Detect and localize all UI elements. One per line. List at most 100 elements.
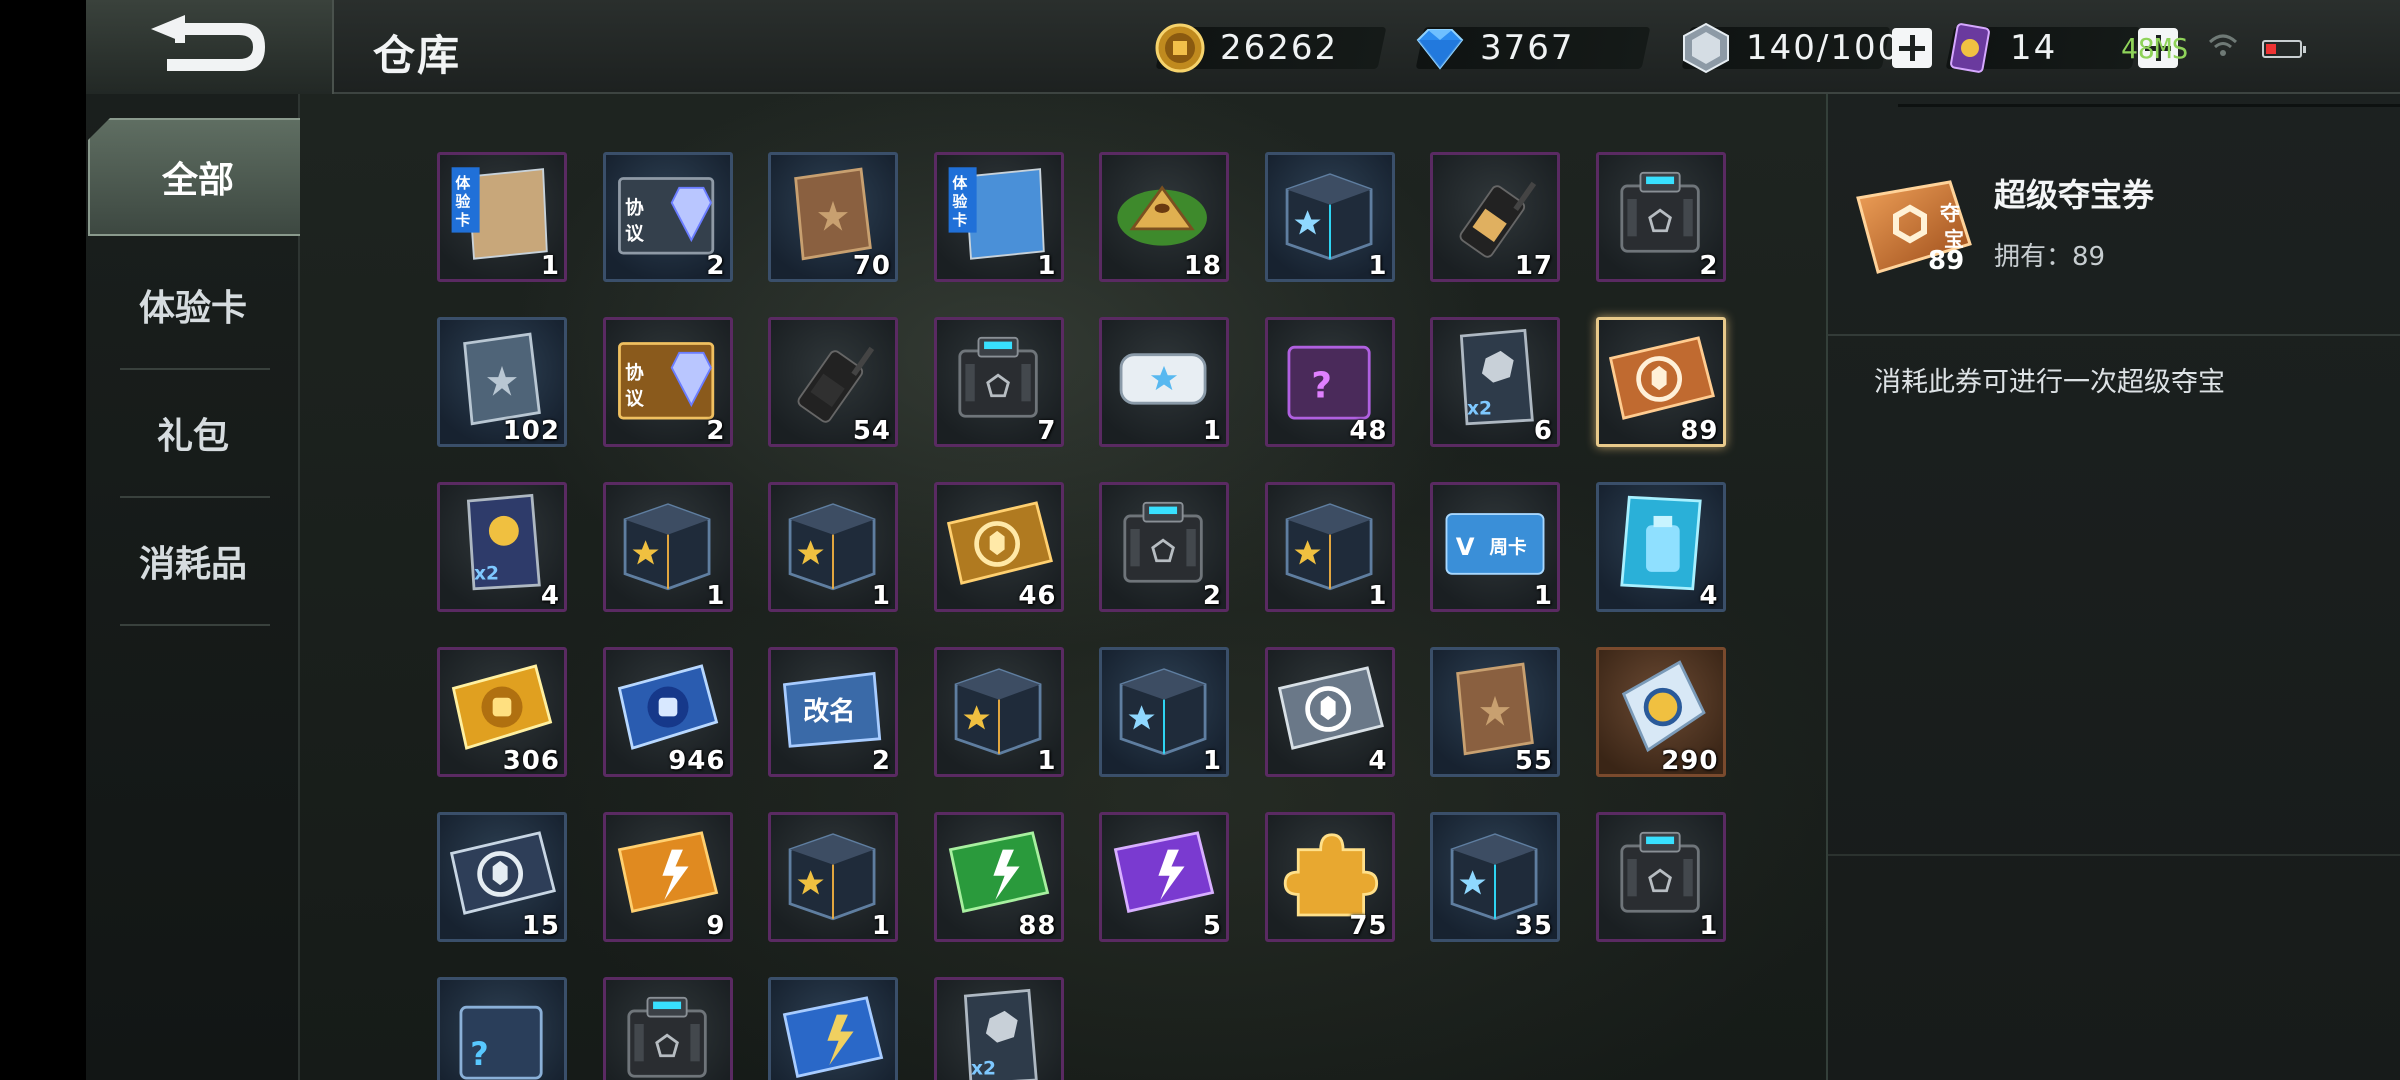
- inventory-slot[interactable]: 946: [602, 647, 733, 777]
- detail-icon-count: 89: [1928, 246, 1965, 276]
- blue-star-crate-icon: [1450, 833, 1538, 921]
- inventory-slot[interactable]: 1: [768, 812, 898, 942]
- card-counter: 14: [1945, 23, 2141, 73]
- item-count: 290: [1661, 746, 1719, 776]
- inventory-slot[interactable]: x2 4: [437, 482, 567, 612]
- inventory-slot[interactable]: x2: [933, 977, 1064, 1080]
- inventory-slot[interactable]: 15: [437, 812, 567, 942]
- inventory-slot[interactable]: 17: [1430, 152, 1560, 282]
- inventory-slot[interactable]: 88: [933, 812, 1064, 942]
- wifi-signal-icon: [2208, 34, 2238, 56]
- item-count: 35: [1514, 911, 1553, 941]
- inventory-slot[interactable]: 1: [1099, 317, 1229, 447]
- item-count: 2: [706, 416, 726, 446]
- inventory-slot[interactable]: 体 验 卡1: [437, 152, 567, 282]
- item-count: 55: [1514, 746, 1553, 776]
- add-energy-button[interactable]: [1892, 28, 1932, 68]
- inventory-slot[interactable]: 4: [1264, 647, 1395, 777]
- inventory-slot[interactable]: 290: [1595, 647, 1726, 777]
- inventory-slot[interactable]: 4: [1595, 482, 1726, 612]
- inventory-slot[interactable]: 1: [602, 482, 733, 612]
- inventory-slot[interactable]: 75: [1264, 812, 1395, 942]
- inventory-slot[interactable]: ? 48: [1264, 317, 1395, 447]
- inventory-slot[interactable]: 1: [1595, 812, 1726, 942]
- inventory-slot[interactable]: [768, 977, 898, 1080]
- inventory-slot[interactable]: 1: [1099, 647, 1229, 777]
- item-count: 2: [871, 746, 891, 776]
- protocol-diamond-gold-icon: 协 议: [617, 342, 714, 420]
- back-arrow-icon: [151, 15, 265, 71]
- svg-text:改名: 改名: [803, 696, 855, 727]
- tab-experience-card[interactable]: 体验卡: [86, 244, 300, 366]
- protocol-diamond-silver-icon: 协 议: [617, 177, 714, 255]
- item-count: 1: [706, 581, 726, 611]
- inventory-slot[interactable]: 18: [1099, 152, 1229, 282]
- item-count: 4: [1368, 746, 1388, 776]
- item-count: 89: [1680, 416, 1719, 446]
- gold-counter: 26262: [1155, 23, 1387, 73]
- inventory-slot[interactable]: 2: [1099, 482, 1229, 612]
- inventory-slot[interactable]: 9: [602, 812, 733, 942]
- energy-value: 140/100: [1746, 28, 1902, 68]
- svg-text:卡: 卡: [455, 211, 470, 229]
- inventory-slot[interactable]: 1: [1264, 482, 1395, 612]
- inventory-slot[interactable]: 协 议2: [602, 317, 733, 447]
- page-title: 仓库: [373, 31, 462, 80]
- inventory-slot[interactable]: 改名 2: [768, 647, 898, 777]
- nav-divider: [120, 368, 270, 370]
- double-coupon-silver-icon: x2: [963, 988, 1038, 1080]
- inventory-slot[interactable]: 46: [933, 482, 1064, 612]
- inventory-slot[interactable]: 体 验 卡1: [933, 152, 1064, 282]
- item-name: 超级夺宝券: [1994, 176, 2155, 214]
- item-count: 1: [871, 911, 891, 941]
- tab-gift-pack[interactable]: 礼包: [86, 372, 300, 494]
- network-ping: 48MS: [2121, 32, 2189, 65]
- inventory-slot[interactable]: 5: [1099, 812, 1229, 942]
- inventory-grid: 体 验 卡1 协 议2 70 体 验 卡 1 18 1 17 2 102 协 议2 …: [300, 94, 1826, 1080]
- purple-card-icon: [1950, 23, 1990, 73]
- blue-potion-card-icon: [1619, 495, 1702, 591]
- svg-text:体: 体: [455, 174, 470, 192]
- inventory-slot[interactable]: 1: [933, 647, 1064, 777]
- item-count: 6: [1533, 416, 1553, 446]
- inventory-slot[interactable]: 2: [1595, 152, 1726, 282]
- tab-consumables[interactable]: 消耗品: [86, 500, 300, 622]
- experience-card-ship-icon: 体 验 卡: [451, 167, 548, 260]
- inventory-slot[interactable]: 周卡 V 1: [1430, 482, 1560, 612]
- dark-supply-crate-icon: [957, 336, 1038, 418]
- inventory-slot[interactable]: 70: [768, 152, 898, 282]
- inventory-slot[interactable]: 102: [437, 317, 567, 447]
- inventory-slot[interactable]: [602, 977, 733, 1080]
- nav-divider: [120, 624, 270, 626]
- item-count: 2: [1699, 251, 1719, 281]
- inventory-slot[interactable]: 89: [1595, 317, 1726, 447]
- inventory-slot[interactable]: 55: [1430, 647, 1560, 777]
- steel-book-star-icon: [463, 332, 541, 426]
- svg-text:卡: 卡: [952, 211, 967, 229]
- inventory-slot[interactable]: 54: [768, 317, 898, 447]
- inventory-slot[interactable]: x2 6: [1430, 317, 1560, 447]
- inventory-slot[interactable]: ?: [437, 977, 567, 1080]
- blue-star-crate-icon: [1285, 173, 1372, 261]
- rename-card-icon: 改名: [782, 671, 882, 748]
- dark-supply-crate-icon: [1619, 831, 1700, 913]
- orange-lightning-card-icon: [617, 831, 718, 913]
- detail-divider: [1828, 854, 2400, 856]
- inventory-slot[interactable]: 1: [768, 482, 898, 612]
- inventory-slot[interactable]: 35: [1430, 812, 1560, 942]
- item-count: 1: [1699, 911, 1719, 941]
- gold-value: 26262: [1220, 28, 1339, 68]
- tab-all[interactable]: 全部: [88, 118, 308, 236]
- inventory-slot[interactable]: 7: [933, 317, 1064, 447]
- item-description: 消耗此券可进行一次超级夺宝: [1874, 367, 2225, 398]
- inventory-slot[interactable]: 1: [1264, 152, 1395, 282]
- item-owned-count: 拥有：89: [1994, 242, 2106, 272]
- inventory-slot[interactable]: 协 议2: [602, 152, 733, 282]
- double-coupon-gold-icon: x2: [466, 493, 541, 591]
- inventory-slot[interactable]: 306: [437, 647, 567, 777]
- back-button[interactable]: [86, 0, 334, 94]
- zongzi-dumpling-icon: [1117, 185, 1207, 246]
- svg-text:议: 议: [625, 389, 644, 410]
- item-count: 5: [1202, 911, 1222, 941]
- item-count: 1: [1368, 251, 1388, 281]
